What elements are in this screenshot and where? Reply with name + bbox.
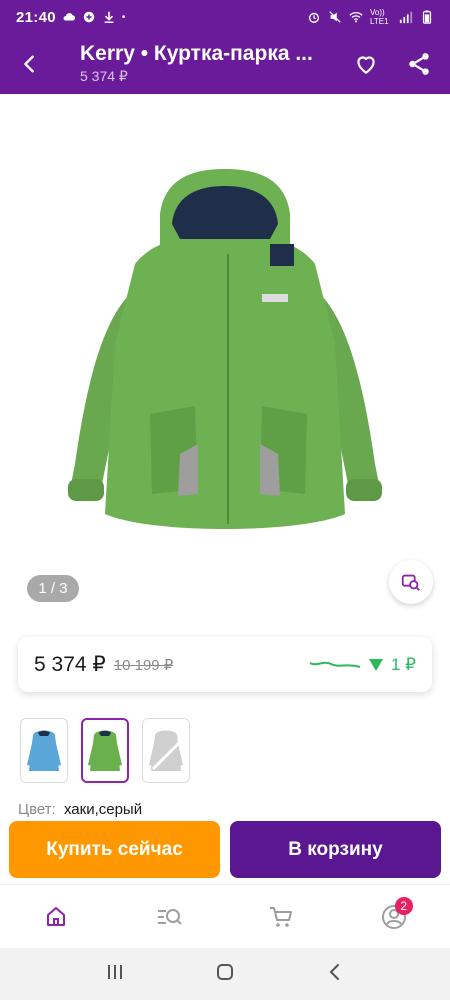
buy-now-button[interactable]: Купить сейчас [9, 821, 220, 878]
nav-cart[interactable] [256, 892, 306, 942]
image-search-icon [401, 574, 420, 591]
sync-icon [83, 11, 95, 23]
page-title: Kerry • Куртка-парка ... [80, 42, 313, 65]
back-arrow-icon [24, 55, 34, 73]
color-value: хаки,серый [63, 801, 143, 818]
share-icon [409, 53, 429, 75]
old-price: 10 199 ₽ [113, 656, 174, 674]
favorite-button[interactable] [350, 48, 382, 80]
price-trend: 1 ₽ [309, 655, 416, 675]
bottom-nav: 2 [0, 884, 450, 948]
catalog-search-icon [157, 908, 182, 925]
dot-icon: • [121, 11, 126, 23]
profile-notification-badge: 2 [394, 896, 413, 915]
color-label: Цвет: [18, 801, 56, 818]
blue-jacket-thumb [27, 730, 61, 771]
variant-thumb-grey[interactable] [142, 718, 190, 783]
title-block: Kerry • Куртка-парка ... 5 374 ₽ [80, 42, 340, 85]
price-change: 1 ₽ [391, 654, 416, 674]
current-price: 5 374 ₽ [34, 653, 106, 676]
price-history-sparkline [309, 661, 361, 668]
status-bar: 21:40 • Vo)) LTE1 [0, 0, 450, 34]
status-time: 21:40 [16, 8, 56, 26]
system-nav-bar [0, 948, 450, 1000]
recent-apps-icon [108, 964, 122, 979]
system-back-icon [329, 963, 339, 980]
heart-icon [357, 56, 375, 74]
wifi-icon [349, 12, 363, 23]
mute-icon [329, 11, 341, 23]
variant-list [20, 718, 190, 783]
green-jacket-thumb [88, 730, 122, 771]
share-button[interactable] [403, 48, 435, 80]
system-back-button[interactable] [325, 962, 345, 987]
back-button[interactable] [14, 48, 46, 80]
home-system-button[interactable] [215, 962, 235, 987]
battery-icon [422, 10, 432, 24]
cloud-icon [63, 13, 75, 21]
grey-jacket-thumb [149, 730, 183, 771]
nav-home[interactable] [31, 892, 81, 942]
price-down-triangle-icon [369, 658, 383, 671]
color-info: Цвет: хаки,серый [18, 801, 142, 818]
cart-icon [270, 906, 293, 927]
add-to-cart-button[interactable]: В корзину [230, 821, 441, 878]
variant-thumb-blue[interactable] [20, 718, 68, 783]
visual-search-button[interactable] [389, 560, 433, 604]
alarm-icon [308, 12, 320, 23]
home-icon [47, 906, 66, 926]
action-buttons: Купить сейчас В корзину [9, 821, 441, 878]
price-card[interactable]: 5 374 ₽ 10 199 ₽ 1 ₽ [18, 637, 432, 692]
download-icon [104, 11, 114, 24]
jacket-image [68, 169, 382, 529]
nav-catalog[interactable] [144, 892, 194, 942]
home-square-icon [217, 963, 233, 980]
nav-profile[interactable]: 2 [369, 892, 419, 942]
page-subtitle-price: 5 374 ₽ [80, 68, 128, 84]
app-bar: Kerry • Куртка-парка ... 5 374 ₽ [0, 34, 450, 94]
network-label: Vo)) LTE1 [370, 8, 389, 26]
variant-thumb-green[interactable] [81, 718, 129, 783]
image-pager: 1 / 3 [27, 575, 79, 602]
signal-icon [399, 11, 413, 24]
recent-apps-button[interactable] [105, 962, 125, 987]
product-image[interactable] [0, 94, 450, 614]
